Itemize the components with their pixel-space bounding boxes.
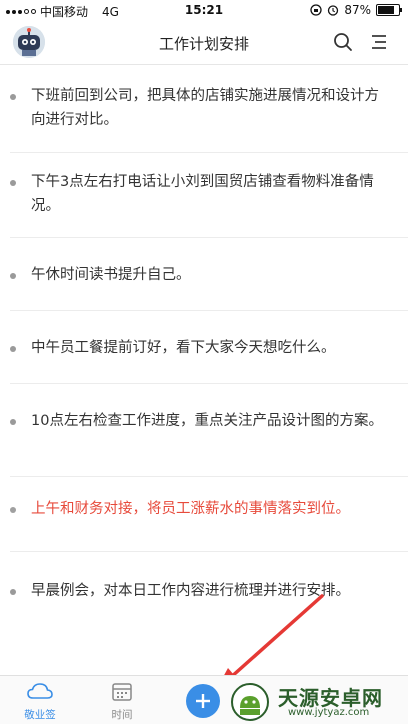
list-item[interactable]: 上午和财务对接，将员工涨薪水的事情落实到位。 [10,477,408,552]
bullet-icon [10,180,16,186]
bullet-icon [10,589,16,595]
tab-label: 时间 [111,709,133,721]
list-item[interactable]: 中午员工餐提前订好，看下大家今天想吃什么。 [10,311,408,384]
list-item[interactable]: 下班前回到公司，把具体的店铺实施进展情况和设计方向进行对比。 [10,66,408,153]
bullet-icon [10,507,16,513]
rotation-lock-icon [310,4,322,16]
item-text: 上午和财务对接，将员工涨薪水的事情落实到位。 [31,501,350,517]
search-icon[interactable] [332,31,354,53]
bullet-icon [10,94,16,100]
alarm-icon [328,5,339,16]
status-right: 87% [310,3,402,17]
battery-fill [378,6,394,14]
plus-icon [196,694,210,708]
item-text: 中午员工餐提前订好，看下大家今天想吃什么。 [31,340,336,356]
battery-percent: 87% [344,3,371,17]
android-logo-icon [231,683,269,721]
bullet-icon [10,419,16,425]
calendar-icon [112,683,132,701]
item-text: 午休时间读书提升自己。 [31,267,191,283]
item-text: 10点左右检查工作进度，重点关注产品设计图的方案。 [31,413,383,429]
battery-icon [376,4,402,16]
plan-list: 下班前回到公司，把具体的店铺实施进展情况和设计方向进行对比。 下午3点左右打电话… [0,66,408,626]
add-button[interactable] [186,684,220,718]
menu-icon[interactable] [368,31,390,53]
status-bar: 中国移动 4G 15:21 87% [0,0,408,22]
watermark-url: www.jytyaz.com [288,707,370,718]
list-item[interactable]: 10点左右检查工作进度，重点关注产品设计图的方案。 [10,384,408,477]
tab-label: 敬业签 [24,709,56,721]
tab-time[interactable]: 时间 [92,682,152,722]
item-text: 下班前回到公司，把具体的店铺实施进展情况和设计方向进行对比。 [31,88,379,128]
list-item[interactable]: 午休时间读书提升自己。 [10,238,408,311]
list-item[interactable]: 下午3点左右打电话让小刘到国贸店铺查看物料准备情况。 [10,153,408,238]
bullet-icon [10,273,16,279]
item-text: 下午3点左右打电话让小刘到国贸店铺查看物料准备情况。 [31,174,374,214]
watermark: 天源安卓网 www.jytyaz.com [222,680,408,723]
app-header: 工作计划安排 [0,22,408,65]
cloud-icon [27,683,53,699]
bullet-icon [10,346,16,352]
tab-jingyeqian[interactable]: 敬业签 [10,682,70,722]
